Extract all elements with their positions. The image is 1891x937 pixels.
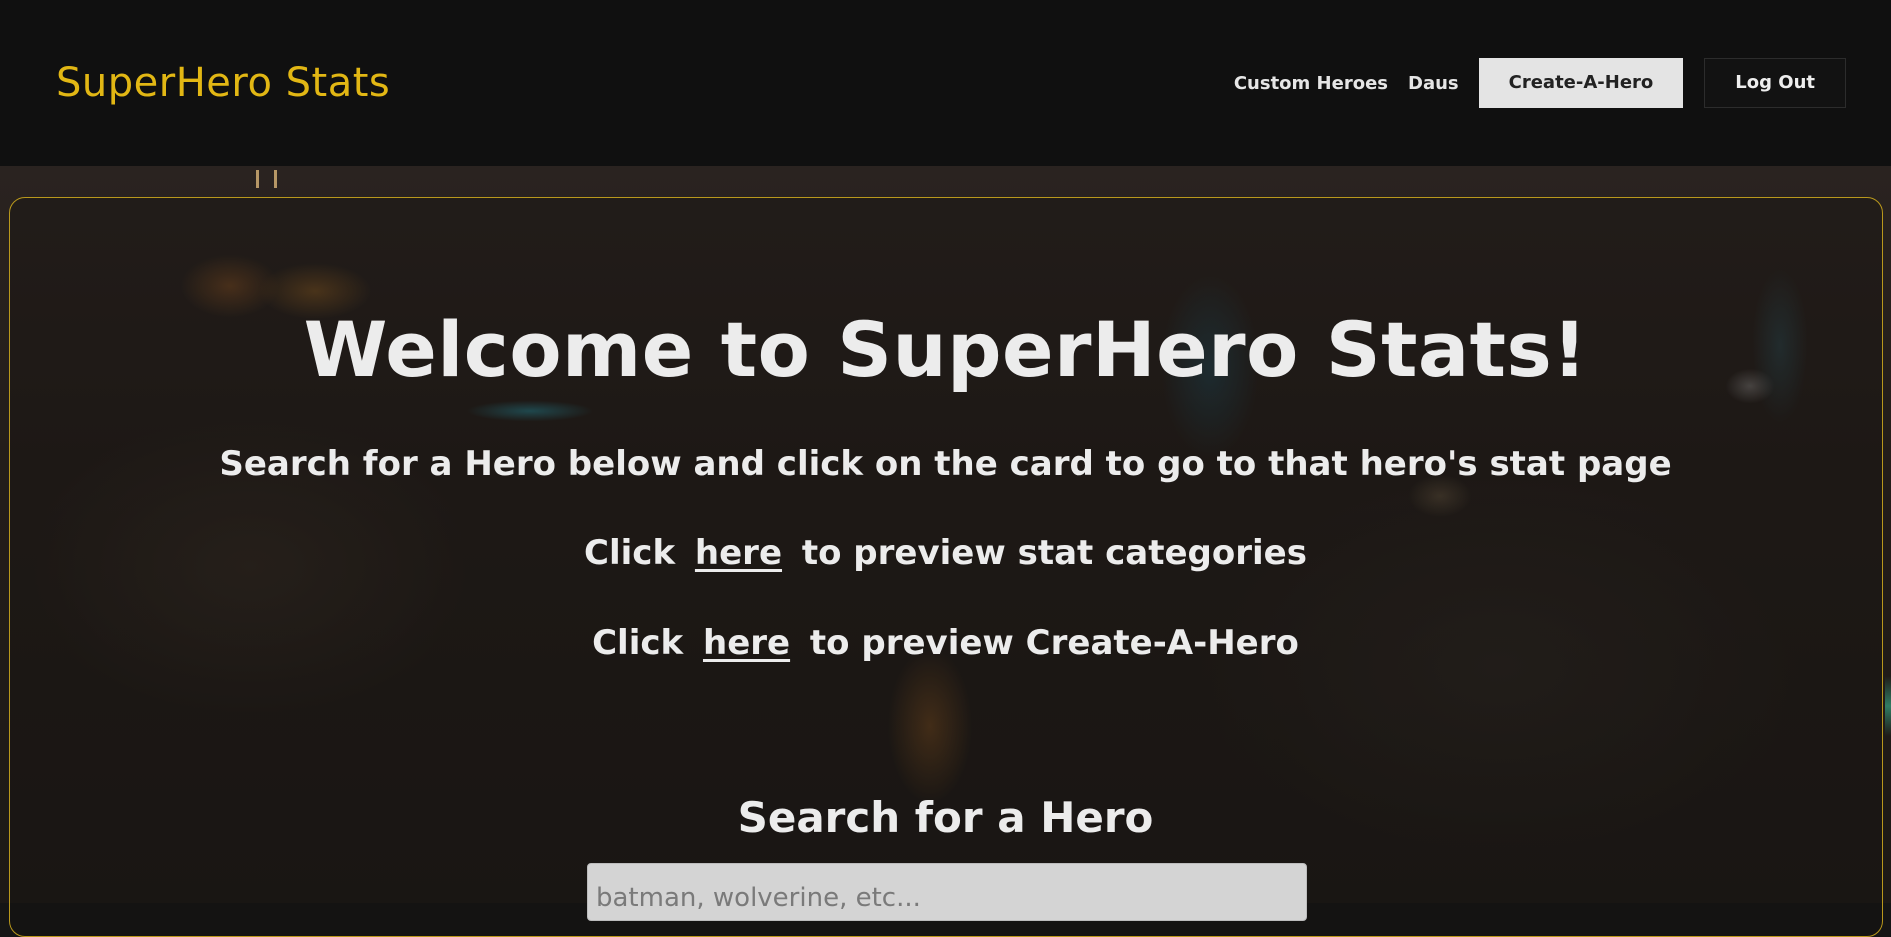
top-navbar: SuperHero Stats Custom Heroes Daus Creat… <box>0 0 1891 166</box>
tower-light-decoration <box>254 166 284 190</box>
preview-stat-categories-link[interactable]: here <box>695 533 782 573</box>
nav-link-user-profile[interactable]: Daus <box>1408 73 1459 94</box>
preview-suffix: to preview stat categories <box>801 533 1307 573</box>
page-title: Welcome to SuperHero Stats! <box>303 305 1588 394</box>
create-a-hero-button[interactable]: Create-A-Hero <box>1478 58 1684 108</box>
preview-suffix: to preview Create-A-Hero <box>809 623 1299 663</box>
preview-prefix: Click <box>592 623 684 663</box>
log-out-button[interactable]: Log Out <box>1704 58 1846 108</box>
preview-create-a-hero-link[interactable]: here <box>703 623 790 663</box>
brand-logo-text[interactable]: SuperHero Stats <box>56 60 390 106</box>
nav-link-custom-heroes[interactable]: Custom Heroes <box>1234 73 1388 94</box>
preview-create-a-hero-line: Click here to preview Create-A-Hero <box>0 623 1891 663</box>
search-heading: Search for a Hero <box>737 793 1154 842</box>
preview-prefix: Click <box>584 533 676 573</box>
hero-search-input[interactable] <box>587 863 1307 921</box>
page-subtitle: Search for a Hero below and click on the… <box>219 444 1672 484</box>
preview-stat-categories-line: Click here to preview stat categories <box>0 533 1891 573</box>
edge-light-decoration <box>1885 676 1891 736</box>
nav-menu: Custom Heroes Daus Create-A-Hero Log Out <box>1234 58 1846 108</box>
